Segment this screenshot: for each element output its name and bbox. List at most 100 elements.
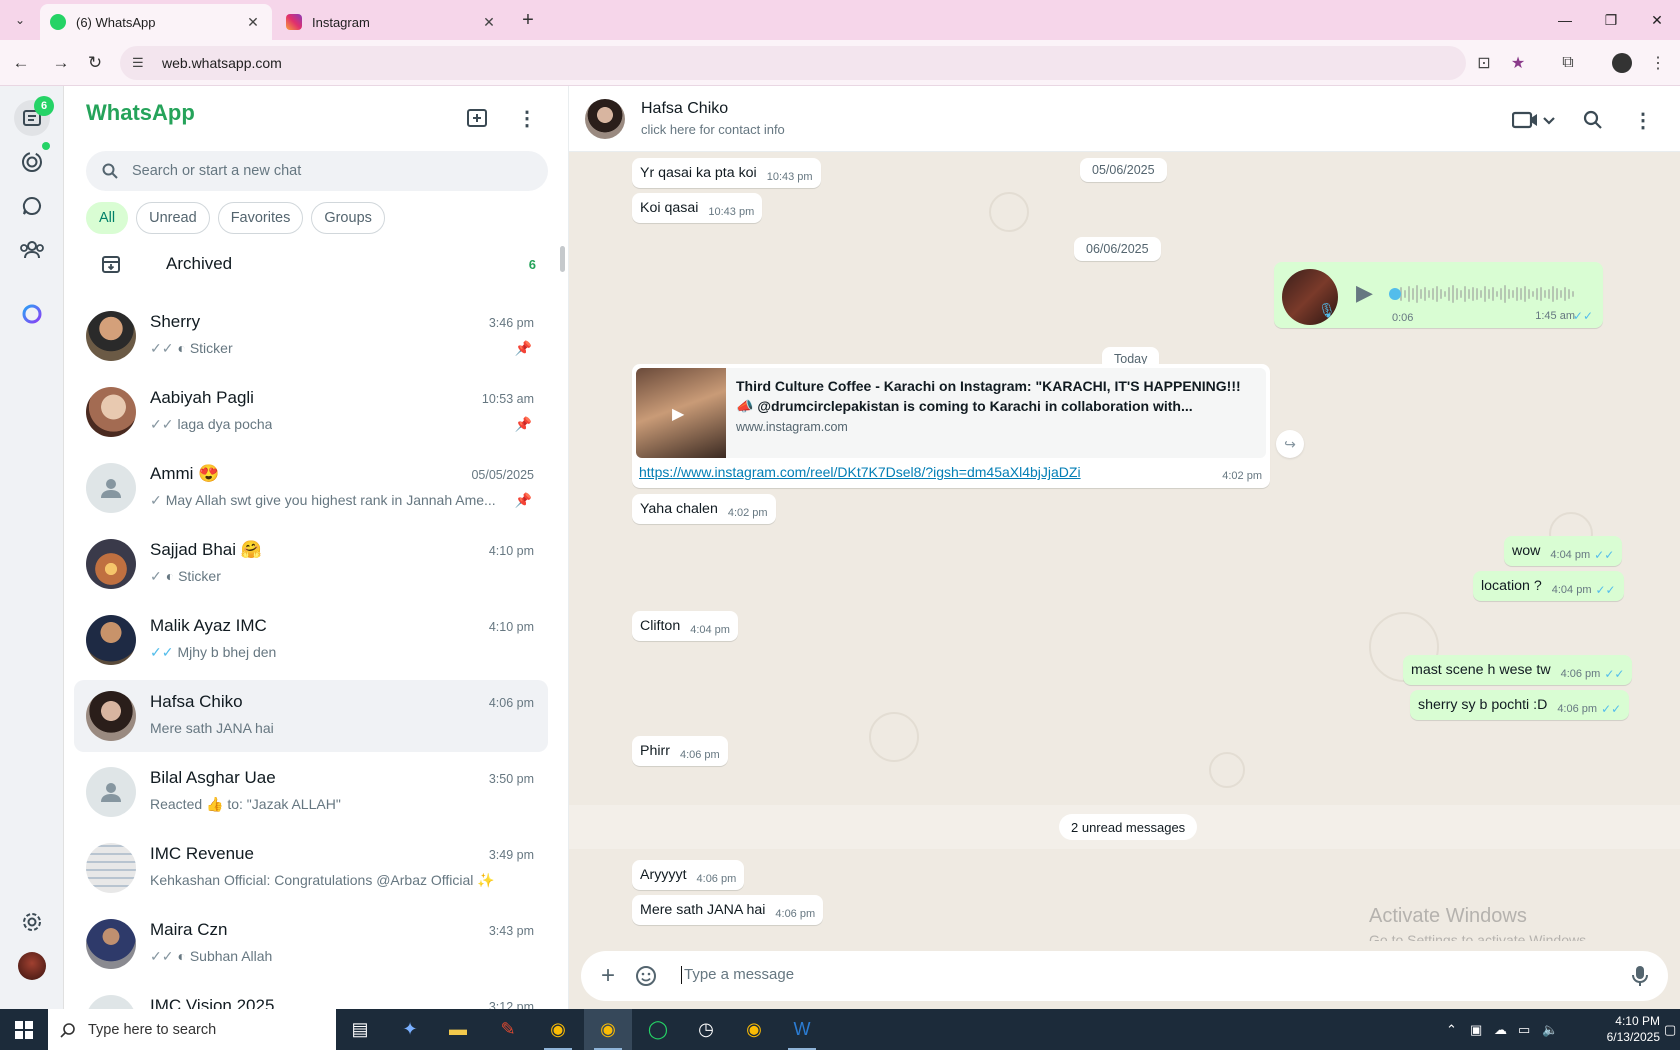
- show-hidden-icons-chevron[interactable]: ⌃: [1446, 1009, 1457, 1050]
- message-outgoing[interactable]: wow 4:04 pm ✓✓: [1504, 536, 1623, 566]
- sent-tick-icon: ✓: [150, 492, 162, 508]
- volume-muted-icon[interactable]: 🔈: [1542, 1009, 1558, 1050]
- voice-progress-handle[interactable]: [1389, 288, 1401, 300]
- url-field[interactable]: ☰ web.whatsapp.com: [120, 46, 1466, 80]
- message-incoming[interactable]: Phirr 4:06 pm: [632, 736, 728, 766]
- close-tab-icon[interactable]: ✕: [244, 14, 262, 31]
- voice-note-outgoing[interactable]: 🎙 ▶ 0:06 1:45 am ✓✓: [1274, 262, 1603, 328]
- reload-icon[interactable]: ↻: [82, 50, 108, 76]
- chat-row-sherry[interactable]: Sherry 3:46 pm ✓✓ ◐ Sticker 📌: [74, 300, 548, 372]
- message-input[interactable]: Type a message: [680, 966, 794, 984]
- chat-time: 3:50 pm: [488, 772, 534, 786]
- meta-ai-icon[interactable]: [14, 296, 50, 332]
- install-app-icon[interactable]: ⊡: [1472, 51, 1496, 75]
- chrome-icon[interactable]: ◉: [730, 1009, 778, 1050]
- archived-row[interactable]: Archived 6: [86, 236, 548, 292]
- chat-row-imc-vision[interactable]: IMC Vision 2025 3:12 pm: [74, 984, 548, 1009]
- message-incoming[interactable]: Yaha chalen 4:02 pm: [632, 494, 776, 524]
- chat-row-ammi[interactable]: Ammi 😍 05/05/2025 ✓ May Allah swt give yo…: [74, 452, 548, 524]
- message-outgoing[interactable]: location ? 4:04 pm ✓✓: [1473, 571, 1624, 601]
- cloud-icon[interactable]: ☁: [1494, 1009, 1507, 1050]
- play-icon[interactable]: ▶: [1356, 280, 1373, 306]
- message-outgoing[interactable]: sherry sy b pochti :D 4:06 pm ✓✓: [1410, 690, 1630, 720]
- chat-row-sajjad[interactable]: Sajjad Bhai 🤗 4:10 pm ✓ ◐ Sticker: [74, 528, 548, 600]
- message-list[interactable]: Yr qasai ka pta koi 10:43 pm 05/06/2025 K…: [569, 152, 1680, 941]
- bookmark-star-icon[interactable]: ★: [1506, 51, 1530, 75]
- chrome-icon[interactable]: ◉: [534, 1009, 582, 1050]
- menu-kebab-icon[interactable]: ⋮: [1629, 106, 1657, 134]
- communities-icon[interactable]: [14, 232, 50, 268]
- message-incoming[interactable]: Mere sath JANA hai 4:06 pm: [632, 895, 824, 925]
- nav-rail: 6: [0, 86, 64, 1009]
- minimize-button[interactable]: —: [1542, 0, 1588, 40]
- forward-arrow-icon[interactable]: →: [48, 50, 74, 76]
- waveform-bar: [1524, 286, 1526, 302]
- waveform-bar: [1464, 286, 1466, 302]
- link-message-incoming[interactable]: ▶ Third Culture Coffee - Karachi on Inst…: [632, 364, 1270, 488]
- date-divider: 05/06/2025: [1080, 158, 1167, 182]
- profile-avatar[interactable]: [1610, 51, 1634, 75]
- contact-avatar[interactable]: [585, 99, 625, 139]
- task-view-icon[interactable]: ▤: [336, 1009, 384, 1050]
- close-tab-icon[interactable]: ✕: [480, 14, 498, 31]
- filter-favorites[interactable]: Favorites: [217, 202, 304, 234]
- menu-kebab-icon[interactable]: ⋮: [513, 104, 541, 132]
- video-call-icon[interactable]: [1509, 106, 1559, 134]
- network-icon[interactable]: ▭: [1518, 1009, 1530, 1050]
- new-chat-icon[interactable]: [464, 104, 492, 132]
- filter-all[interactable]: All: [86, 202, 129, 234]
- chat-row-hafsa-chiko[interactable]: Hafsa Chiko 4:06 pm Mere sath JANA hai: [74, 680, 548, 752]
- tab-search-dropdown-icon[interactable]: ⌄: [8, 8, 32, 32]
- taskbar-search-placeholder: Type here to search: [88, 1021, 217, 1038]
- conversation-header[interactable]: Hafsa Chiko click here for contact info …: [569, 86, 1680, 152]
- profile-avatar[interactable]: [14, 948, 50, 984]
- filter-unread[interactable]: Unread: [136, 202, 210, 234]
- message-link[interactable]: https://www.instagram.com/reel/DKt7K7Dse…: [639, 464, 1081, 480]
- close-window-button[interactable]: ✕: [1634, 0, 1680, 40]
- site-info-icon[interactable]: ☰: [132, 55, 150, 71]
- chat-list-scrollbar[interactable]: [560, 246, 565, 272]
- filter-groups[interactable]: Groups: [311, 202, 385, 234]
- taskbar-search-input[interactable]: Type here to search: [48, 1009, 336, 1050]
- maximize-button[interactable]: ❐: [1588, 0, 1634, 40]
- back-arrow-icon[interactable]: ←: [8, 50, 34, 76]
- copilot-icon[interactable]: ✦: [386, 1009, 434, 1050]
- tab-whatsapp[interactable]: (6) WhatsApp ✕: [40, 4, 272, 40]
- forward-icon[interactable]: ↪: [1276, 430, 1304, 458]
- chat-row-bilal[interactable]: Bilal Asghar Uae 3:50 pm Reacted 👍 to: "…: [74, 756, 548, 828]
- tab-instagram[interactable]: Instagram ✕: [276, 4, 508, 40]
- search-icon[interactable]: [1579, 106, 1607, 134]
- sticker-icon[interactable]: [633, 963, 659, 989]
- message-incoming[interactable]: Koi qasai 10:43 pm: [632, 193, 763, 223]
- waveform-bar: [1504, 285, 1506, 303]
- browser-menu-icon[interactable]: ⋮: [1646, 51, 1670, 75]
- link-preview-card[interactable]: ▶ Third Culture Coffee - Karachi on Inst…: [636, 368, 1266, 458]
- file-explorer-icon[interactable]: ▬: [434, 1009, 482, 1050]
- app-icon[interactable]: ✎: [484, 1009, 532, 1050]
- message-incoming[interactable]: Aryyyyt 4:06 pm: [632, 860, 745, 890]
- chat-row-imc-revenue[interactable]: IMC Revenue 3:49 pm Kehkashan Official: …: [74, 832, 548, 904]
- waveform-bar: [1528, 289, 1530, 299]
- message-outgoing[interactable]: mast scene h wese tw 4:06 pm ✓✓: [1403, 655, 1633, 685]
- message-incoming[interactable]: Clifton 4:04 pm: [632, 611, 738, 641]
- clock-app-icon[interactable]: ◷: [682, 1009, 730, 1050]
- chrome-active-icon[interactable]: ◉: [584, 1009, 632, 1050]
- attach-plus-icon[interactable]: +: [595, 962, 621, 989]
- chat-row-maira[interactable]: Maira Czn 3:43 pm ✓✓ ◐ Subhan Allah: [74, 908, 548, 980]
- extensions-icon[interactable]: ⧉: [1556, 51, 1580, 75]
- whatsapp-icon[interactable]: ◯: [634, 1009, 682, 1050]
- word-icon[interactable]: W: [778, 1009, 826, 1050]
- channels-icon[interactable]: [14, 188, 50, 224]
- chat-row-malik-ayaz[interactable]: Malik Ayaz IMC 4:10 pm ✓✓ Mjhy b bhej den: [74, 604, 548, 676]
- message-incoming[interactable]: Yr qasai ka pta koi 10:43 pm: [632, 158, 821, 188]
- waveform[interactable]: [1392, 284, 1582, 304]
- windows-start-icon[interactable]: [0, 1009, 48, 1050]
- taskbar-clock[interactable]: 4:10 PM 6/13/2025: [1600, 1013, 1660, 1045]
- chat-row-aabiyah[interactable]: Aabiyah Pagli 10:53 am ✓✓ laga dya pocha …: [74, 376, 548, 448]
- microphone-icon[interactable]: [1627, 963, 1653, 989]
- notifications-icon[interactable]: ▢: [1664, 1009, 1676, 1050]
- settings-gear-icon[interactable]: [14, 904, 50, 940]
- meet-icon[interactable]: ▣: [1470, 1009, 1482, 1050]
- search-input[interactable]: Search or start a new chat: [86, 151, 548, 191]
- new-tab-button[interactable]: +: [516, 8, 540, 32]
